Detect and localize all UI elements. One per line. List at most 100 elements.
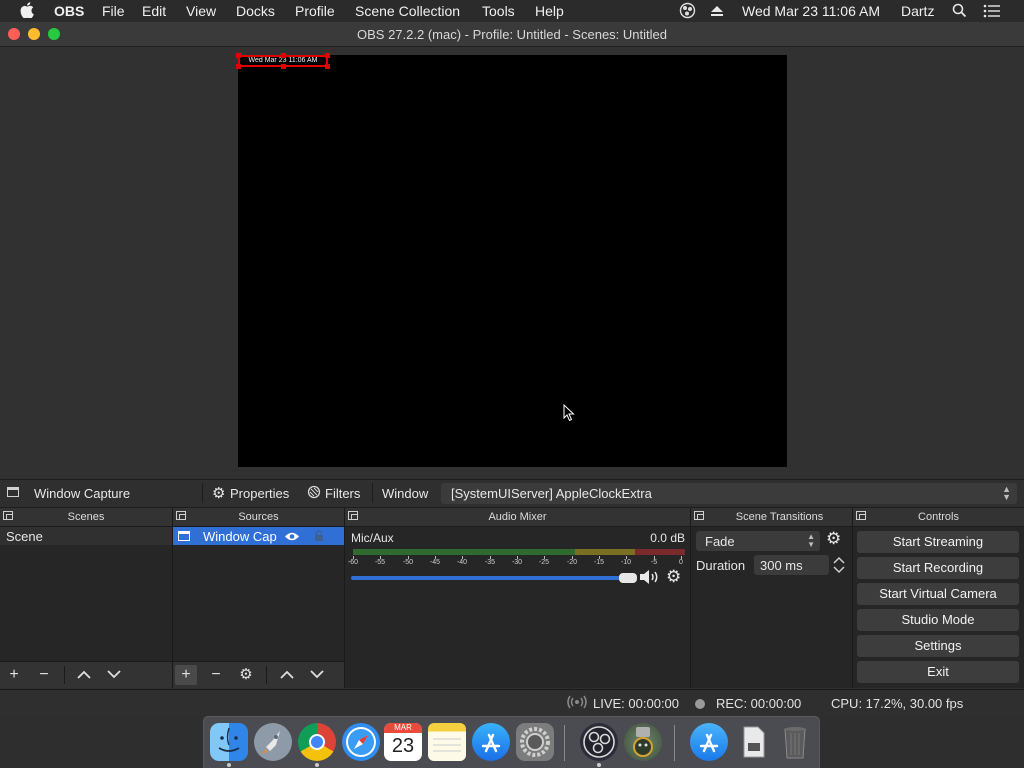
appstore-icon[interactable] <box>472 723 510 761</box>
gear-icon: ⚙ <box>212 485 226 502</box>
chrome-icon[interactable] <box>298 723 336 761</box>
move-scene-up-button[interactable] <box>73 665 95 685</box>
launchpad-icon[interactable] <box>254 723 292 761</box>
audio-level-meter <box>353 549 685 555</box>
automator-icon[interactable] <box>624 723 662 761</box>
spotlight-search-icon[interactable] <box>952 3 967 21</box>
system-preferences-icon[interactable] <box>516 723 554 761</box>
controls-dock-header: Controls <box>853 508 1024 527</box>
running-indicator <box>315 763 319 767</box>
filters-button[interactable]: Filters <box>325 486 360 501</box>
menubar-clock[interactable]: Wed Mar 23 11:06 AM <box>742 3 880 19</box>
menu-scene-collection[interactable]: Scene Collection <box>355 3 460 19</box>
start-virtual-camera-button[interactable]: Start Virtual Camera <box>857 583 1019 605</box>
audio-settings-gear-icon[interactable]: ⚙ <box>666 567 681 587</box>
add-scene-button[interactable]: + <box>3 665 25 685</box>
scene-transitions-title: Scene Transitions <box>735 511 824 523</box>
undock-icon[interactable] <box>3 511 13 520</box>
volume-slider[interactable] <box>351 573 637 583</box>
status-bar: LIVE: 00:00:00 REC: 00:00:00 CPU: 17.2%,… <box>0 689 1024 716</box>
controls-title: Controls <box>918 511 959 523</box>
macos-dock: MAR 23 <box>203 716 820 768</box>
move-source-down-button[interactable] <box>306 665 328 685</box>
audio-meter-scale: -60 -55 -50 -45 -40 -35 -30 -25 -20 -15 -10 -5 0 <box>348 556 685 572</box>
menu-view[interactable]: View <box>186 3 216 19</box>
window-capture-icon <box>178 531 190 541</box>
undock-icon[interactable] <box>348 511 358 520</box>
source-properties-gear-icon[interactable]: ⚙ <box>235 665 257 685</box>
menu-file[interactable]: File <box>102 3 125 19</box>
notes-icon[interactable] <box>428 723 466 761</box>
move-scene-down-button[interactable] <box>103 665 125 685</box>
selected-source-name: Window Capture <box>34 486 131 501</box>
start-recording-button[interactable]: Start Recording <box>857 557 1019 579</box>
resize-handle-top-left[interactable] <box>236 53 241 58</box>
menu-tools[interactable]: Tools <box>482 3 515 19</box>
preview-canvas[interactable]: Wed Mar 23 11:06 AM <box>236 53 787 467</box>
source-list-item[interactable]: Window Cap <box>173 527 344 545</box>
audio-level-db: 0.0 dB <box>650 531 685 545</box>
dropdown-arrows-icon: ▲ ▼ <box>1002 484 1011 502</box>
remove-source-button[interactable]: − <box>205 665 227 685</box>
notification-center-icon[interactable] <box>983 4 1001 21</box>
menu-help[interactable]: Help <box>535 3 564 19</box>
safari-icon[interactable] <box>342 723 380 761</box>
window-capture-icon <box>7 487 19 497</box>
undock-icon[interactable] <box>176 511 186 520</box>
menu-docks[interactable]: Docks <box>236 3 275 19</box>
scene-list-item[interactable]: Scene <box>0 527 172 545</box>
dock-separator <box>564 725 565 761</box>
resize-handle-top[interactable] <box>281 53 286 58</box>
undock-icon[interactable] <box>694 511 704 520</box>
source-item-label: Window Cap <box>203 529 277 544</box>
window-title: OBS 27.2.2 (mac) - Profile: Untitled - S… <box>357 27 667 42</box>
duration-stepper[interactable] <box>832 555 846 575</box>
calendar-icon[interactable]: MAR 23 <box>384 723 422 761</box>
resize-handle-top-right[interactable] <box>325 53 330 58</box>
studio-mode-button[interactable]: Studio Mode <box>857 609 1019 631</box>
scene-transitions-dock: Scene Transitions Fade ▲ ▼ ⚙ Duration 300… <box>691 508 853 688</box>
lock-icon[interactable] <box>314 530 324 545</box>
menu-app-name[interactable]: OBS <box>54 3 84 19</box>
sources-title: Sources <box>238 511 279 523</box>
undock-icon[interactable] <box>856 511 866 520</box>
rec-timer: REC: 00:00:00 <box>716 696 802 711</box>
speaker-mute-icon[interactable] <box>639 569 661 588</box>
obs-status-icon[interactable] <box>679 2 696 22</box>
properties-button[interactable]: Properties <box>230 486 289 501</box>
resize-handle-bottom[interactable] <box>281 64 286 69</box>
finder-icon[interactable] <box>210 723 248 761</box>
move-source-up-button[interactable] <box>276 665 298 685</box>
settings-button[interactable]: Settings <box>857 635 1019 657</box>
transition-type-select[interactable]: Fade ▲ ▼ <box>696 531 820 551</box>
resize-handle-bottom-right[interactable] <box>325 64 330 69</box>
meter-tick-label: -40 <box>456 559 468 566</box>
trash-icon[interactable] <box>776 723 814 761</box>
scene-transitions-dock-header: Scene Transitions <box>691 508 852 527</box>
obs-icon[interactable] <box>580 723 618 761</box>
menu-profile[interactable]: Profile <box>295 3 335 19</box>
sources-toolbar: + − ⚙ <box>173 661 344 688</box>
duration-input[interactable]: 300 ms <box>754 555 829 575</box>
meter-tick-label: -60 <box>347 559 359 566</box>
start-streaming-button[interactable]: Start Streaming <box>857 531 1019 553</box>
meter-tick-label: -15 <box>593 559 605 566</box>
volume-slider-handle[interactable] <box>619 573 637 583</box>
eject-icon[interactable] <box>710 4 724 21</box>
documents-icon[interactable] <box>734 723 772 761</box>
visibility-eye-icon[interactable] <box>284 530 300 545</box>
add-source-button[interactable]: + <box>175 665 197 685</box>
menu-edit[interactable]: Edit <box>142 3 166 19</box>
window-select-dropdown[interactable]: [SystemUIServer] AppleClockExtra ▲ ▼ <box>441 483 1017 504</box>
transition-settings-gear-icon[interactable]: ⚙ <box>826 529 841 549</box>
transition-type-value: Fade <box>705 534 735 549</box>
exit-button[interactable]: Exit <box>857 661 1019 683</box>
menubar-user[interactable]: Dartz <box>901 3 934 19</box>
source-toolbar: Window Capture ⚙ Properties Filters Wind… <box>0 479 1024 508</box>
running-indicator <box>597 763 601 767</box>
apple-menu-icon[interactable] <box>20 2 34 22</box>
resize-handle-bottom-left[interactable] <box>236 64 241 69</box>
remove-scene-button[interactable]: − <box>33 665 55 685</box>
appstore-folder-icon[interactable] <box>690 723 728 761</box>
scenes-toolbar: + − <box>0 661 172 688</box>
